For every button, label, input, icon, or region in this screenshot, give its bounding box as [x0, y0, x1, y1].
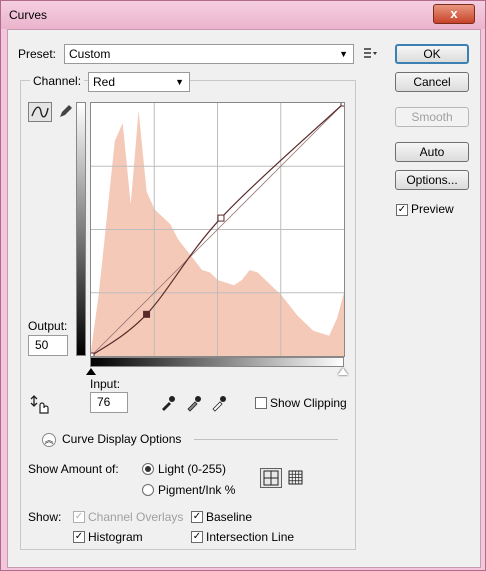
channel-overlays-label: Channel Overlays	[88, 510, 184, 524]
show-clipping-checkbox[interactable]	[255, 397, 267, 409]
options-button[interactable]: Options...	[395, 170, 469, 190]
channel-overlays-checkbox[interactable]: ✓	[73, 511, 85, 523]
ok-button[interactable]: OK	[395, 44, 469, 64]
collapse-chevron-icon[interactable]: ︽	[42, 433, 56, 447]
preview-label: Preview	[411, 202, 454, 216]
white-point-slider[interactable]	[338, 368, 348, 375]
light-radio-label: Light (0-255)	[158, 462, 227, 476]
auto-button[interactable]: Auto	[395, 142, 469, 162]
output-label: Output:	[28, 319, 68, 333]
input-gradient-bar	[90, 357, 344, 367]
show-label: Show:	[28, 510, 62, 524]
intersection-line-label: Intersection Line	[206, 530, 295, 544]
show-clipping-label: Show Clipping	[270, 396, 347, 410]
pigment-radio[interactable]	[142, 484, 154, 496]
output-field[interactable]: 50	[28, 335, 68, 356]
preset-options-icon[interactable]	[363, 46, 377, 60]
curve-display-options-label[interactable]: Curve Display Options	[62, 432, 181, 446]
gray-eyedropper-icon[interactable]	[184, 393, 204, 413]
targeted-adjustment-icon[interactable]	[30, 393, 54, 415]
channel-label: Channel:	[30, 74, 85, 88]
detailed-grid-icon[interactable]	[288, 470, 304, 486]
cancel-button[interactable]: Cancel	[395, 72, 469, 92]
baseline-checkbox[interactable]: ✓	[191, 511, 203, 523]
output-gradient-bar	[76, 102, 86, 356]
chevron-down-icon: ▼	[175, 77, 184, 87]
preset-select[interactable]: Custom ▼	[64, 44, 354, 64]
curves-dialog: Curves x Preset: Custom ▼ OK Cancel Smoo…	[0, 0, 486, 571]
curve-control-point-2	[217, 214, 225, 222]
intersection-line-checkbox[interactable]: ✓	[191, 531, 203, 543]
dialog-body: Preset: Custom ▼ OK Cancel Smooth Auto O…	[7, 29, 481, 568]
input-field[interactable]: 76	[90, 392, 128, 413]
histogram-label: Histogram	[88, 530, 143, 544]
window-title: Curves	[9, 8, 48, 22]
channel-value: Red	[93, 75, 116, 89]
curve-graph[interactable]	[87, 99, 348, 360]
pencil-tool-icon[interactable]	[56, 103, 74, 121]
black-eyedropper-icon[interactable]	[158, 393, 178, 413]
black-point-slider[interactable]	[86, 368, 96, 375]
pigment-radio-label: Pigment/Ink %	[158, 483, 236, 497]
title-bar[interactable]: Curves x	[1, 1, 485, 29]
smooth-button[interactable]: Smooth	[395, 107, 469, 127]
baseline-label: Baseline	[206, 510, 253, 524]
input-label: Input:	[90, 377, 121, 391]
curve-chart[interactable]	[87, 99, 348, 360]
chevron-down-icon: ▼	[339, 49, 348, 59]
close-button[interactable]: x	[433, 4, 475, 24]
curve-tool-icon[interactable]	[28, 102, 52, 122]
show-amount-label: Show Amount of:	[28, 462, 119, 476]
channel-select[interactable]: Red ▼	[88, 72, 190, 92]
light-radio[interactable]	[142, 463, 154, 475]
section-divider	[194, 439, 338, 440]
curve-control-point-0	[87, 352, 95, 360]
preset-label: Preset:	[18, 47, 57, 61]
preset-value: Custom	[69, 47, 111, 61]
simple-grid-icon[interactable]	[260, 468, 282, 488]
white-eyedropper-icon[interactable]	[209, 393, 229, 413]
preview-checkbox[interactable]: ✓	[396, 204, 408, 216]
curve-control-point-3	[340, 99, 348, 107]
curve-control-point-1	[143, 310, 151, 318]
histogram-checkbox[interactable]: ✓	[73, 531, 85, 543]
